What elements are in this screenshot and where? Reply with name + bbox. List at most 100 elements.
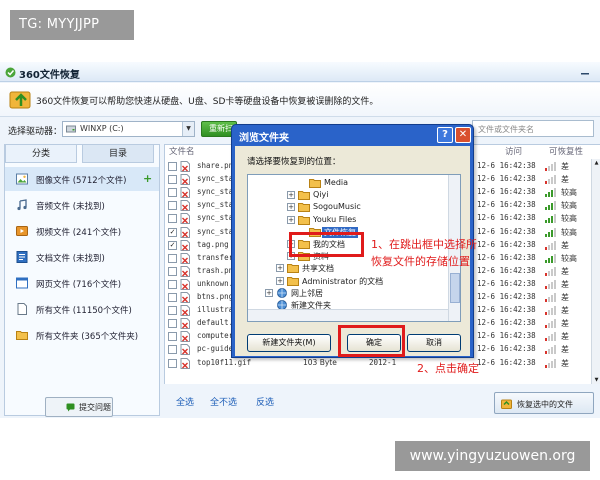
- image-file-icon: [180, 265, 190, 277]
- tab-directory[interactable]: 目录: [82, 145, 154, 163]
- tree-node-label: 网上邻居: [291, 288, 323, 298]
- column-header-recoverability[interactable]: 可恢复性: [549, 145, 583, 159]
- sidebar-item-audio[interactable]: 音频文件 (未找到): [5, 193, 159, 217]
- file-name: computer: [197, 331, 234, 341]
- expand-icon[interactable]: +: [287, 215, 295, 224]
- audio-file-icon: [17, 199, 27, 211]
- row-checkbox[interactable]: [168, 214, 177, 224]
- row-checkbox[interactable]: [168, 332, 177, 342]
- minimize-icon[interactable]: [580, 66, 590, 76]
- access-time: 12-6 16:42:38: [477, 174, 536, 184]
- signal-bars-icon: [545, 253, 556, 263]
- sidebar-item-label: 视频文件 (241个文件): [36, 228, 122, 238]
- signal-bars-icon: [545, 175, 556, 185]
- row-checkbox[interactable]: [168, 266, 177, 276]
- row-checkbox[interactable]: [168, 175, 177, 185]
- row-checkbox[interactable]: [168, 279, 177, 289]
- file-name: unknown.: [197, 278, 234, 288]
- new-folder-button[interactable]: 新建文件夹(M): [247, 334, 331, 352]
- access-time: 12-6 16:42:38: [477, 265, 536, 275]
- row-checkbox[interactable]: [168, 319, 177, 329]
- folder-icon: [287, 276, 299, 286]
- scroll-up-icon[interactable]: ▲: [592, 159, 600, 168]
- folder-tree-hscrollbar[interactable]: [248, 309, 448, 321]
- recoverability-status: 差: [561, 332, 569, 342]
- image-file-icon: [180, 239, 190, 251]
- signal-bars-icon: [545, 214, 556, 224]
- row-checkbox[interactable]: [168, 201, 177, 211]
- drive-value: WINXP (C:): [80, 124, 124, 133]
- sidebar-item-web[interactable]: 网页文件 (716个文件): [5, 271, 159, 295]
- expand-icon[interactable]: +: [287, 191, 295, 200]
- sidebar-item-all-folders[interactable]: 所有文件夹 (365个文件夹): [5, 323, 159, 347]
- recover-selected-button[interactable]: 恢复选中的文件: [494, 392, 594, 414]
- row-checkbox[interactable]: ✓: [168, 227, 177, 237]
- row-checkbox[interactable]: [168, 188, 177, 198]
- row-checkbox[interactable]: [168, 306, 177, 316]
- help-icon[interactable]: ?: [437, 127, 453, 143]
- row-checkbox[interactable]: [168, 358, 177, 368]
- image-file-icon: [16, 173, 28, 185]
- row-checkbox[interactable]: [168, 293, 177, 302]
- access-time: 12-6 16:42:38: [477, 161, 536, 170]
- cancel-button[interactable]: 取消: [407, 334, 461, 352]
- sidebar-item-images[interactable]: 图像文件 (5712个文件) +: [5, 167, 159, 191]
- image-file-icon: [180, 252, 190, 264]
- annotation-step2: 2、点击确定: [417, 362, 479, 375]
- sidebar-item-video[interactable]: 视频文件 (241个文件): [5, 219, 159, 243]
- add-icon[interactable]: +: [143, 172, 152, 185]
- table-row[interactable]: top10f11.gif 103 Byte 2012-1 12-6 16:42:38 差: [165, 357, 600, 370]
- file-name: btns.png: [197, 292, 234, 301]
- sidebar-item-label: 图像文件 (5712个文件): [36, 176, 127, 186]
- file-date: 2012-1: [369, 357, 397, 367]
- row-checkbox[interactable]: [168, 345, 177, 355]
- web-file-icon: [16, 277, 28, 289]
- expand-icon[interactable]: +: [265, 288, 273, 297]
- scroll-thumb[interactable]: [450, 273, 460, 303]
- submit-issue-button[interactable]: 提交问题: [45, 397, 113, 417]
- app-title: 360文件恢复: [19, 70, 80, 81]
- search-input[interactable]: 文件或文件夹名: [472, 120, 594, 137]
- expand-icon[interactable]: +: [276, 264, 284, 273]
- sidebar-item-all-files[interactable]: 所有文件 (11150个文件): [5, 297, 159, 321]
- access-time: 12-6 16:42:38: [477, 278, 536, 288]
- close-icon[interactable]: ✕: [455, 127, 471, 143]
- sidebar-item-documents[interactable]: 文档文件 (未找到): [5, 245, 159, 269]
- signal-bars-icon: [545, 201, 556, 211]
- tab-category[interactable]: 分类: [5, 145, 77, 163]
- row-checkbox[interactable]: ✓: [168, 240, 177, 250]
- select-all-link[interactable]: 全选: [176, 395, 194, 408]
- drive-label: 选择驱动器：: [8, 127, 63, 137]
- signal-bars-icon: [545, 293, 556, 302]
- scroll-down-icon[interactable]: ▼: [592, 376, 600, 384]
- access-time: 12-6 16:42:38: [477, 226, 536, 236]
- expand-icon[interactable]: +: [287, 203, 295, 212]
- row-checkbox[interactable]: [168, 162, 177, 171]
- expand-icon[interactable]: +: [276, 276, 284, 285]
- invert-selection-link[interactable]: 反选: [256, 395, 274, 408]
- hard-drive-icon: [66, 125, 76, 133]
- sidebar-item-label: 音频文件 (未找到): [36, 202, 105, 212]
- recoverability-status: 差: [561, 266, 569, 276]
- dialog-title: 浏览文件夹: [239, 133, 289, 144]
- title-bar: 360文件恢复: [0, 62, 600, 82]
- image-file-icon: [180, 187, 190, 199]
- recoverability-status: 较高: [561, 253, 577, 263]
- column-header-access[interactable]: 访问: [505, 145, 522, 159]
- image-file-icon: [180, 357, 190, 369]
- column-header-name[interactable]: 文件名: [169, 145, 195, 159]
- row-checkbox[interactable]: [168, 253, 177, 263]
- select-none-link[interactable]: 全不选: [210, 395, 237, 408]
- signal-bars-icon: [545, 279, 556, 289]
- image-file-icon: [180, 278, 190, 290]
- tree-node-label: Qiyi: [313, 190, 329, 200]
- recoverability-status: 差: [561, 345, 569, 355]
- drive-select[interactable]: WINXP (C:) ▼: [62, 121, 195, 137]
- signal-bars-icon: [545, 266, 556, 276]
- sidebar-item-label: 所有文件夹 (365个文件夹): [36, 332, 139, 342]
- file-list-scrollbar[interactable]: ▲ ▼: [591, 159, 600, 384]
- access-time: 12-6 16:42:38: [477, 239, 536, 249]
- chevron-down-icon[interactable]: ▼: [182, 122, 194, 136]
- file-name: top10f11.gif: [197, 357, 252, 367]
- signal-bars-icon: [545, 306, 556, 316]
